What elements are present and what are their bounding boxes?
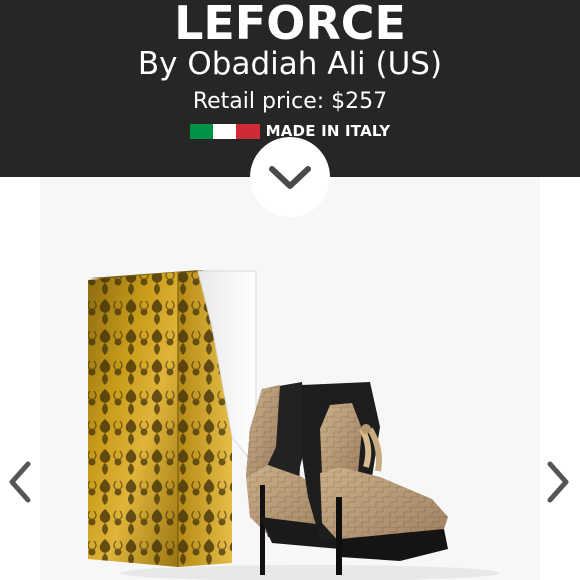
chevron-right-icon: [547, 461, 569, 503]
product-title: LEFORCE: [174, 0, 406, 50]
flag-stripe-green: [189, 123, 213, 139]
flag-stripe-red: [236, 123, 260, 139]
scroll-down-button[interactable]: [250, 137, 330, 217]
designer-byline: By Obadiah Ali (US): [137, 46, 443, 82]
product-image-carousel: [40, 177, 540, 580]
flag-stripe-white: [212, 123, 237, 139]
product-image: [88, 270, 500, 580]
shoe-box: [88, 270, 257, 567]
retail-price: Retail price: $257: [192, 89, 388, 114]
next-image-button[interactable]: [542, 458, 574, 510]
chevron-left-icon: [9, 461, 31, 503]
italian-flag-icon: [189, 123, 260, 139]
previous-image-button[interactable]: [4, 458, 36, 510]
chevron-down-icon: [269, 166, 311, 189]
